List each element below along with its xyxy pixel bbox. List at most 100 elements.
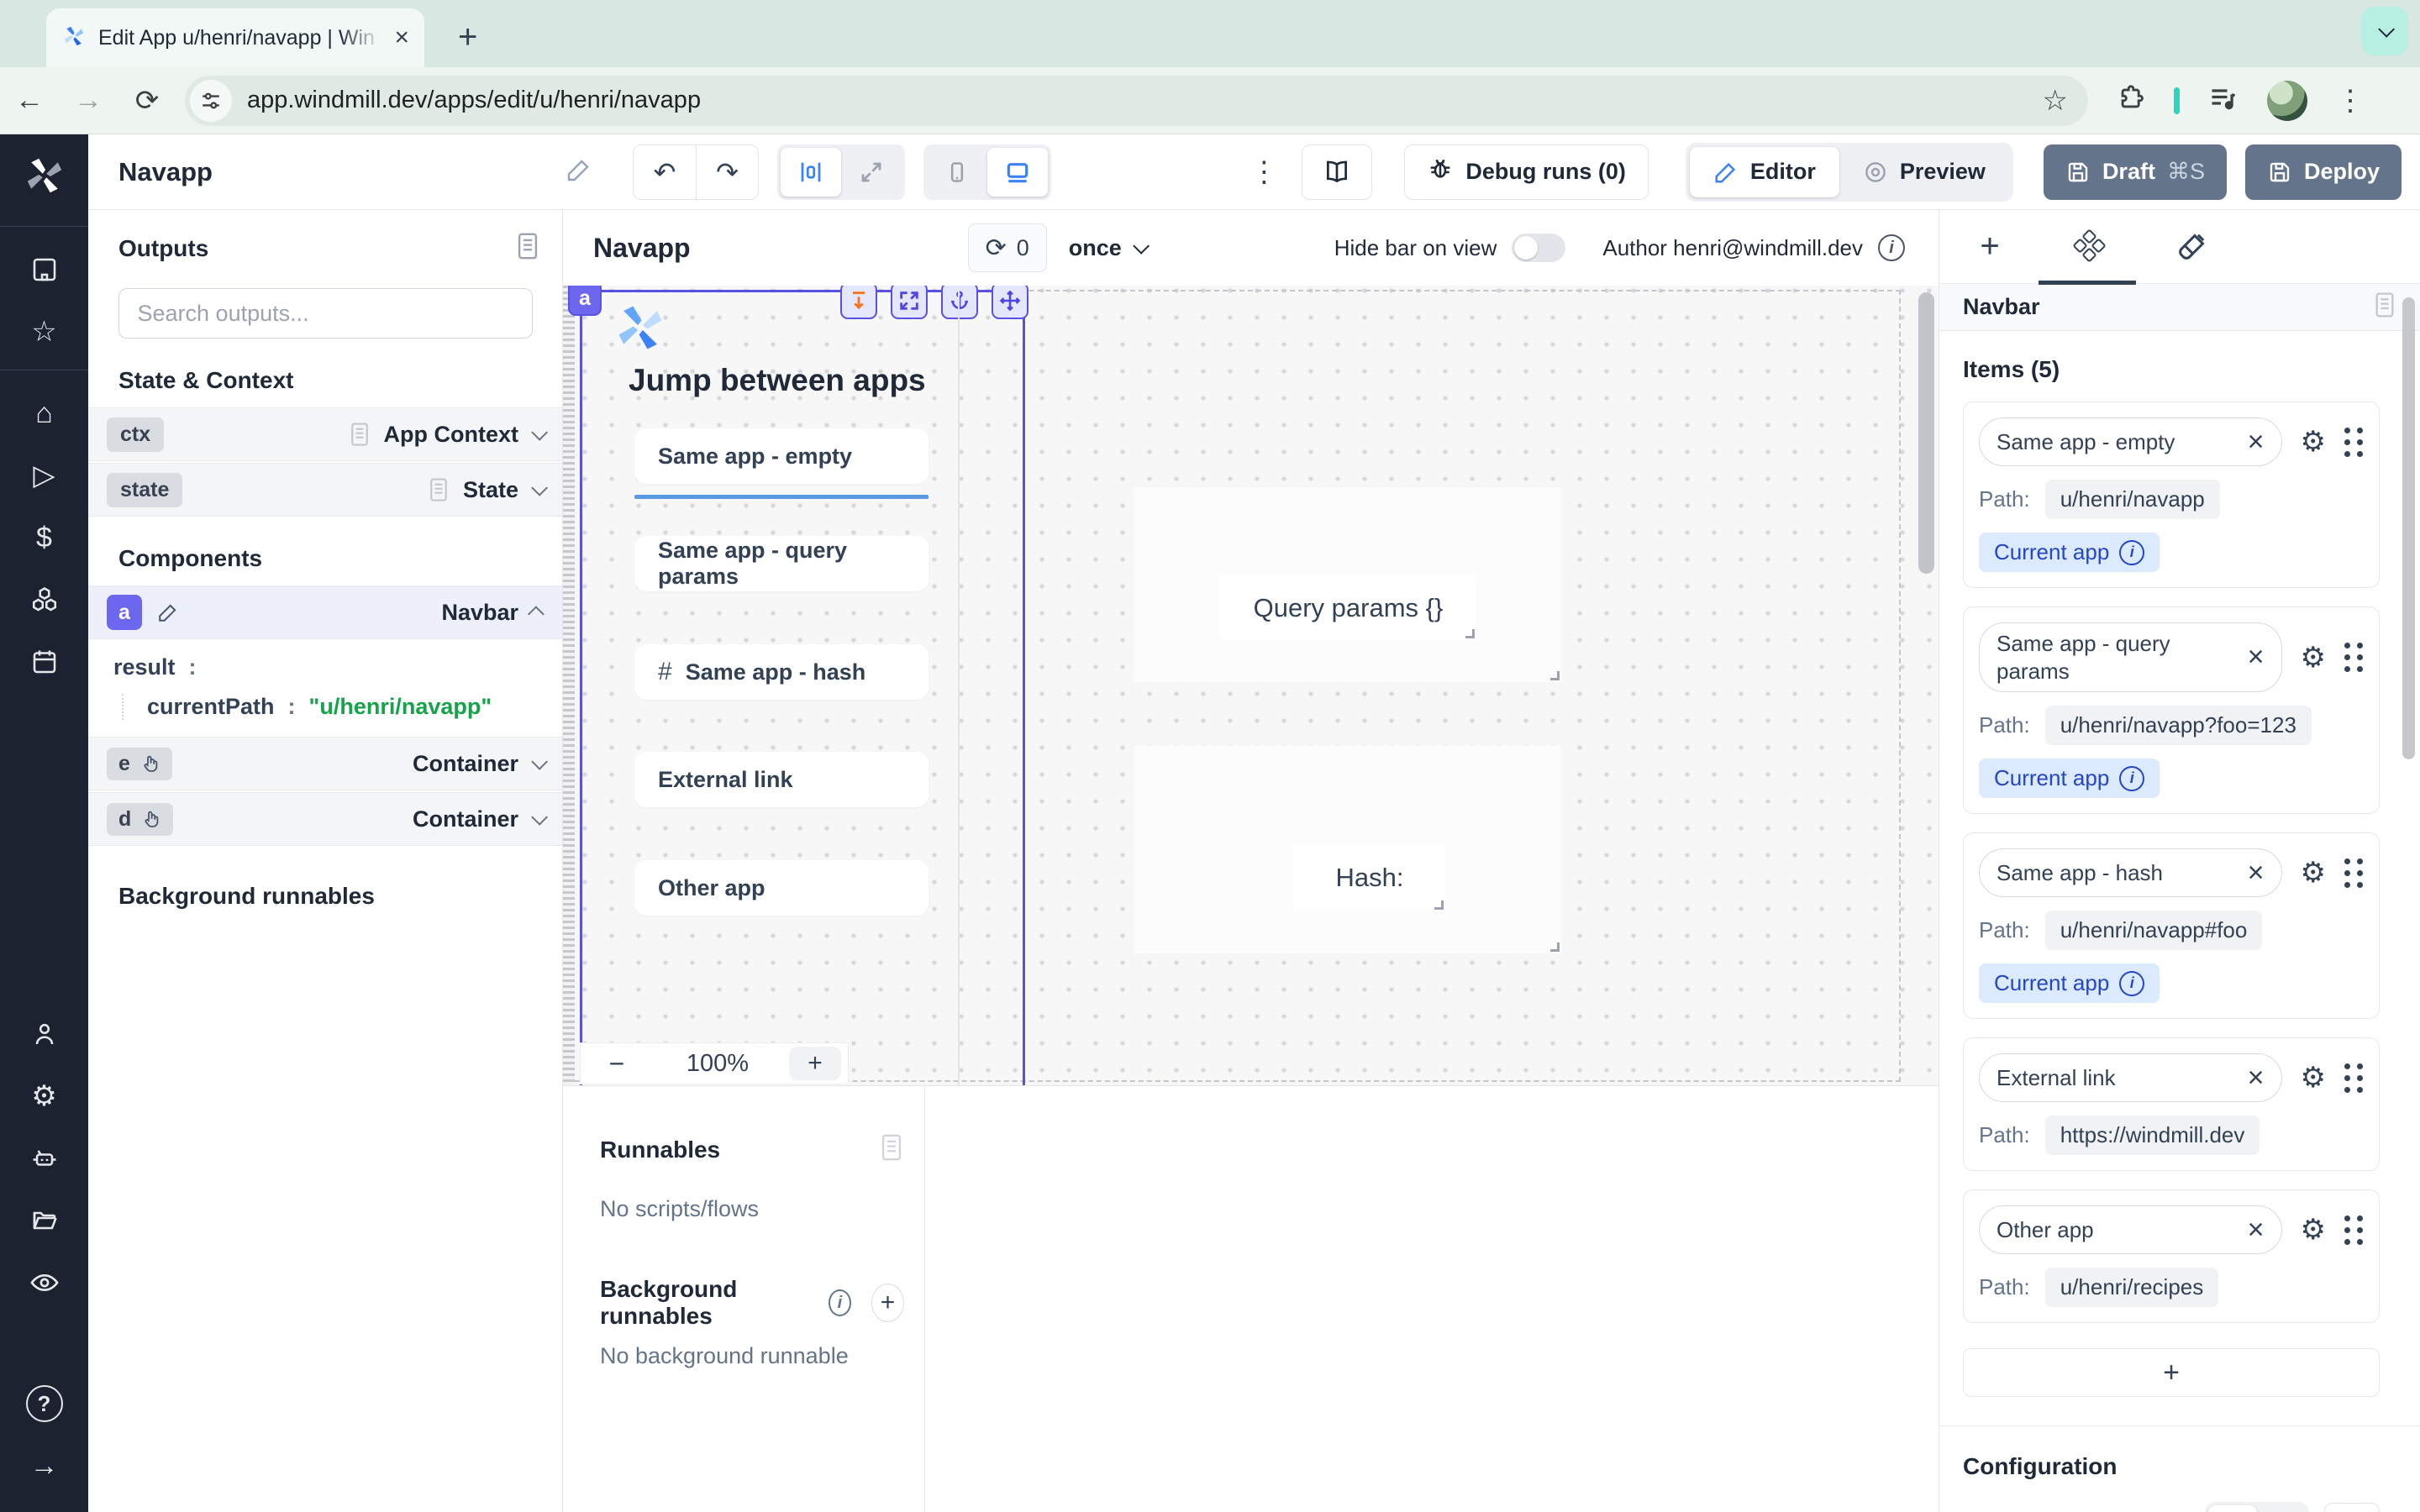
item-label-input[interactable]: Same app - empty × — [1979, 417, 2282, 466]
path-value[interactable]: u/henri/recipes — [2045, 1268, 2219, 1307]
refresh-count-button[interactable]: ⟳ 0 — [968, 223, 1047, 272]
sidebar-item-variables[interactable]: $ — [0, 507, 88, 569]
sidebar-collapse-button[interactable]: → — [0, 1435, 88, 1497]
zoom-out-button[interactable]: − — [587, 1048, 646, 1079]
media-controls-icon[interactable] — [2208, 83, 2238, 118]
drag-handle-icon[interactable] — [2344, 858, 2364, 888]
tab-close-icon[interactable]: × — [394, 25, 409, 50]
info-icon[interactable]: i — [1878, 234, 1905, 261]
drag-handle-icon[interactable] — [2344, 643, 2364, 672]
reload-button[interactable]: ⟳ — [118, 84, 176, 118]
forward-button[interactable]: → — [59, 84, 118, 117]
path-value[interactable]: https://windmill.dev — [2045, 1116, 2260, 1155]
drag-handle-icon[interactable] — [2344, 428, 2364, 457]
theme-tab[interactable] — [2141, 231, 2242, 263]
drag-handle-icon[interactable] — [2344, 1063, 2364, 1093]
bookmark-star-icon[interactable]: ☆ — [2043, 84, 2068, 118]
mobile-view-button[interactable] — [927, 148, 987, 197]
docs-button[interactable] — [1302, 144, 1372, 200]
add-background-runnable-button[interactable]: + — [871, 1284, 904, 1322]
schedule-select[interactable]: once — [1069, 235, 1145, 261]
info-icon[interactable]: i — [2119, 766, 2144, 791]
sidebar-item-settings[interactable]: ⚙ — [0, 1065, 88, 1127]
chevron-up-icon[interactable] — [528, 606, 544, 622]
nav-item-query-params[interactable]: Same app - query params — [634, 536, 929, 591]
panel-scrollbar[interactable] — [2402, 297, 2415, 759]
hide-bar-toggle[interactable] — [1512, 234, 1565, 262]
query-params-text[interactable]: Query params {} — [1220, 575, 1476, 640]
sidebar-item-favorites[interactable]: ☆ — [0, 301, 88, 363]
edit-id-icon[interactable] — [149, 595, 187, 630]
sidebar-item-runs[interactable]: ▷ — [0, 444, 88, 507]
search-outputs-input[interactable] — [118, 288, 533, 339]
clear-icon[interactable]: × — [2248, 1214, 2265, 1247]
nav-item-external-link[interactable]: External link — [634, 752, 929, 807]
container-d[interactable]: Hash: — [1134, 746, 1561, 953]
item-settings-icon[interactable]: ⚙ — [2301, 641, 2326, 675]
new-tab-button[interactable]: + — [458, 18, 477, 56]
sidebar-item-folders[interactable] — [0, 1189, 88, 1252]
full-width-button[interactable] — [841, 148, 902, 197]
pinned-extension-icon[interactable] — [2174, 87, 2180, 114]
sidebar-item-home[interactable]: ⌂ — [0, 382, 88, 444]
rename-app-icon[interactable] — [566, 156, 592, 187]
item-label-input[interactable]: Same app - hash × — [1979, 848, 2282, 897]
path-value[interactable]: u/henri/navapp — [2045, 480, 2220, 519]
draft-button[interactable]: Draft ⌘S — [2044, 144, 2227, 200]
chevron-down-icon[interactable] — [531, 753, 548, 770]
resize-corner[interactable] — [1465, 629, 1475, 638]
sidebar-item-schedules[interactable] — [0, 631, 88, 693]
browser-menu-icon[interactable]: ⋮ — [2336, 84, 2365, 118]
editor-tab[interactable]: Editor — [1690, 147, 1839, 197]
info-icon[interactable]: i — [2119, 540, 2144, 565]
more-options-icon[interactable]: ⋮ — [1249, 155, 1278, 189]
address-bar[interactable]: app.windmill.dev/apps/edit/u/henri/navap… — [185, 76, 2088, 126]
chevron-down-icon[interactable] — [531, 424, 548, 441]
sidebar-item-audit-logs[interactable] — [0, 1252, 88, 1314]
bounded-width-button[interactable] — [781, 148, 841, 197]
static-mode-button[interactable] — [2208, 1505, 2257, 1512]
item-settings-icon[interactable]: ⚙ — [2301, 856, 2326, 890]
browser-tab[interactable]: Edit App u/henri/navapp | Win × — [46, 8, 424, 67]
nav-item-other-app[interactable]: Other app — [634, 860, 929, 916]
sidebar-item-workspace[interactable] — [0, 239, 88, 301]
hash-text[interactable]: Hash: — [1294, 844, 1445, 911]
sidebar-item-resources[interactable] — [0, 569, 88, 631]
profile-avatar[interactable] — [2267, 81, 2307, 121]
state-row[interactable]: state State — [88, 463, 562, 517]
desktop-view-button[interactable] — [987, 148, 1048, 197]
debug-runs-button[interactable]: Debug runs (0) — [1404, 144, 1649, 200]
anchor-handle[interactable] — [941, 286, 978, 319]
canvas-scrollbar[interactable] — [1918, 292, 1934, 574]
resize-corner[interactable] — [1550, 671, 1560, 680]
currentPath-key[interactable]: currentPath — [147, 694, 275, 720]
panel-doc-icon[interactable] — [2373, 291, 2396, 323]
container-e[interactable]: Query params {} — [1134, 487, 1561, 682]
resize-corner[interactable] — [1550, 942, 1560, 952]
insert-component-tab[interactable]: + — [1939, 228, 2040, 265]
path-value[interactable]: u/henri/navapp?foo=123 — [2045, 706, 2312, 745]
component-e-row[interactable]: e Container — [88, 737, 562, 790]
connect-button[interactable] — [2324, 1503, 2380, 1512]
drag-handle-icon[interactable] — [2344, 1215, 2364, 1245]
clear-icon[interactable]: × — [2248, 426, 2265, 459]
item-label-input[interactable]: External link × — [1979, 1053, 2282, 1102]
item-label-input[interactable]: Same app - query params × — [1979, 622, 2282, 692]
expression-mode-button[interactable]: f — [2257, 1505, 2306, 1512]
app-canvas[interactable]: a Jump between apps Same app - empty — [563, 286, 1939, 1085]
item-settings-icon[interactable]: ⚙ — [2301, 425, 2326, 459]
resize-corner[interactable] — [1434, 900, 1444, 910]
window-menu-button[interactable] — [2361, 7, 2408, 55]
item-settings-icon[interactable]: ⚙ — [2301, 1061, 2326, 1095]
fullscreen-handle[interactable] — [891, 286, 928, 319]
item-label-input[interactable]: Other app × — [1979, 1205, 2282, 1254]
redo-button[interactable]: ↷ — [696, 145, 758, 199]
deploy-button[interactable]: Deploy — [2245, 144, 2402, 200]
windmill-logo-icon[interactable] — [22, 153, 67, 202]
expand-down-handle[interactable] — [840, 286, 877, 319]
undo-button[interactable]: ↶ — [634, 145, 696, 199]
info-icon[interactable]: i — [2119, 971, 2144, 996]
sidebar-item-users[interactable] — [0, 1003, 88, 1065]
chevron-down-icon[interactable] — [531, 809, 548, 826]
result-key[interactable]: result — [113, 654, 176, 680]
